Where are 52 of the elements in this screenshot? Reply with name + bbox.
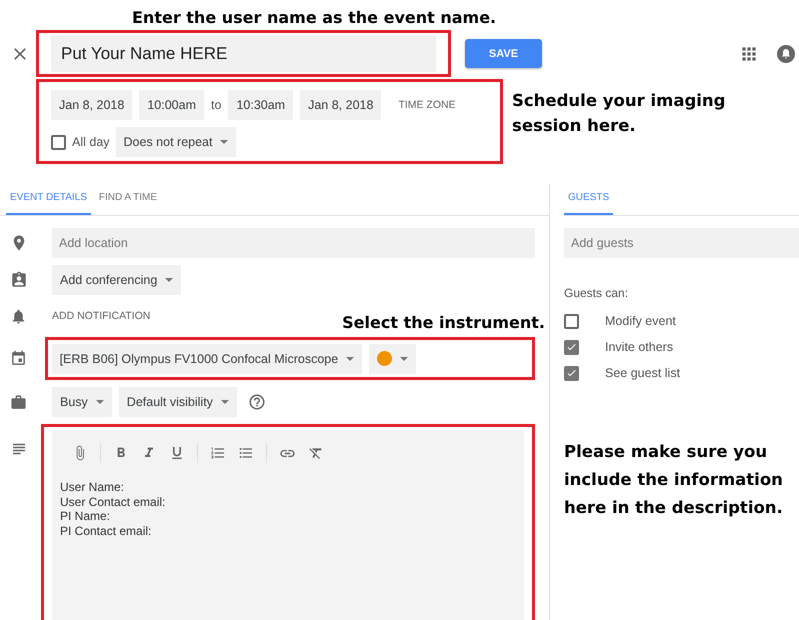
bell-icon: [10, 308, 27, 324]
tab[interactable]: FIND A TIME: [94, 192, 162, 215]
instruction-text: Select the instrument.: [342, 312, 545, 334]
dropdown-icon: [346, 356, 354, 360]
description-editor[interactable]: User Name: User Contact email: PI Name: PI Contact email:: [52, 430, 524, 620]
dropdown-icon: [220, 140, 228, 144]
permission-label: Invite others: [605, 340, 674, 354]
location-field[interactable]: Add location: [52, 228, 535, 258]
bell-avatar-icon[interactable]: [777, 44, 795, 62]
guests-field[interactable]: Add guests: [564, 228, 799, 258]
description-line: User Contact email:: [60, 494, 166, 509]
dropdown-icon: [400, 356, 408, 360]
description-line: User Name:: [60, 480, 126, 494]
calendar-icon: [10, 350, 27, 367]
dropdown-icon: [220, 400, 229, 404]
tab[interactable]: EVENT DETAILS: [6, 192, 91, 215]
permission-checkbox[interactable]: [564, 314, 579, 328]
color-dropdown[interactable]: [369, 344, 416, 374]
permissions-title: Guests can:: [564, 286, 630, 300]
dropdown-icon: [165, 278, 174, 282]
start-time[interactable]: 10:00am: [139, 90, 204, 120]
contact-card-icon: [10, 271, 28, 289]
all-day-checkbox[interactable]: [51, 134, 66, 150]
repeat-dropdown[interactable]: Does not repeat: [116, 127, 236, 157]
dropdown-icon: [96, 400, 104, 404]
instruction-text: Schedule your imaging session here.: [512, 90, 726, 137]
visibility-dropdown[interactable]: Default visibility: [118, 387, 237, 417]
permission-checkbox[interactable]: [564, 340, 579, 354]
description-line: PI Contact email:: [60, 524, 152, 538]
help-icon[interactable]: [248, 393, 266, 411]
to-label: to: [211, 98, 222, 112]
availability-dropdown[interactable]: Busy: [52, 387, 112, 417]
time-zone-button[interactable]: TIME ZONE: [388, 99, 466, 111]
permission-label: Modify event: [605, 314, 676, 328]
permission-checkbox[interactable]: [564, 366, 579, 380]
end-date[interactable]: Jan 8, 2018: [300, 90, 382, 120]
all-day-label: All day: [72, 135, 110, 149]
title-field[interactable]: Put Your Name HERE: [51, 35, 436, 72]
tab[interactable]: GUESTS: [564, 192, 614, 215]
permission-label: See guest list: [605, 366, 680, 380]
instruction-text: Enter the user name as the event name.: [131, 7, 498, 29]
add-notification-button[interactable]: ADD NOTIFICATION: [52, 310, 150, 322]
start-date[interactable]: Jan 8, 2018: [51, 90, 132, 120]
end-time[interactable]: 10:30am: [228, 90, 294, 120]
save-button[interactable]: SAVE: [465, 39, 542, 68]
numbered-list-icon[interactable]: [210, 445, 226, 461]
description-line: PI Name:: [60, 509, 112, 524]
calendar-dropdown[interactable]: [ERB B06] Olympus FV1000 Confocal Microscope: [52, 344, 362, 374]
briefcase-icon: [10, 394, 27, 410]
conferencing-dropdown[interactable]: Add conferencing: [52, 265, 182, 295]
bulleted-list-icon[interactable]: [238, 445, 254, 461]
instruction-text: Please make sure you include the information here in the description.: [564, 441, 784, 519]
